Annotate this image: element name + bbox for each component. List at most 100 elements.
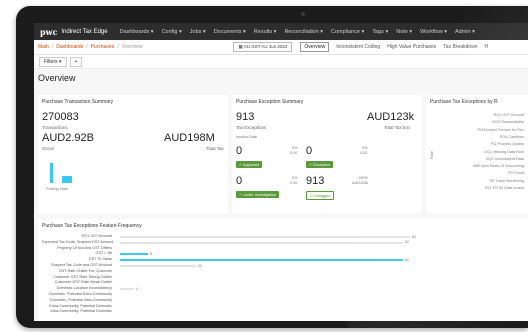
filters-button[interactable]: Filters ▾ [39,56,67,67]
page-title: Overview [38,73,76,83]
tab-inconsistent-coding[interactable]: Inconsistent Coding [336,44,380,50]
exception-status-chip[interactable]: ✓ Exception [306,161,333,168]
untagged-amount: AUD123k [352,181,369,185]
feature-bar[interactable] [120,236,410,238]
nav-config[interactable]: Config ▾ [162,29,182,35]
feature-bar-value: 82 [405,257,409,262]
breadcrumb-overview: Overview [121,44,143,50]
rule-label: DQ2 Inconsistent Data [485,156,524,161]
feature-bar-value: 82 [405,240,409,245]
nav-tags[interactable]: Tags ▾ [372,29,388,35]
breadcrumb-dashboards[interactable]: Dashboards [56,44,83,50]
nav-documents[interactable]: Documents ▾ [214,29,246,35]
period-selector[interactable]: ▦ AU GST AU Jun 2022 [233,42,293,52]
exception-tax-value: AUD123k [367,111,415,123]
feature-bar[interactable] [120,253,148,256]
breadcrumb-separator: / [51,44,54,50]
tablet-frame: pwc Indirect Tax Edge Dashboards ▾ Confi… [16,6,528,328]
transactions-label: Transactions [42,125,68,130]
investigation-count: 0 [236,175,243,187]
investigation-status-label: Under Investigation [243,193,276,197]
investigation-status-chip[interactable]: ✓ Under Investigation [236,191,279,198]
top-nav-bar: pwc Indirect Tax Edge Dashboards ▾ Confi… [34,23,528,40]
exception-summary-panel: Purchase Exception Summary 913 Tax Excep… [232,95,422,213]
exception-amount: 0.00 [360,151,368,155]
rule-label: RO4 Cashflow [499,134,524,139]
tab-tax-breakdown[interactable]: Tax Breakdown [443,44,477,50]
transaction-summary-panel: Purchase Transaction Summary 270083 Tran… [38,95,228,213]
app-screen: pwc Indirect Tax Edge Dashboards ▾ Confi… [34,23,528,321]
feature-bar[interactable] [120,265,196,267]
untagged-status-label: Untagged [313,194,331,198]
breadcrumb-separator: / [86,44,88,50]
nav-admin[interactable]: Admin ▾ [455,29,475,35]
feature-row-label: RO1 GST Amount [81,234,112,238]
tab-more[interactable]: H [484,44,488,50]
pwc-logo: pwc [40,26,58,37]
exceptions-value: 913 [236,111,255,123]
nav-dashboards[interactable]: Dashboards ▾ [120,29,154,35]
feature-row-label: Expected Tax Code, Suspect GST Amount [42,239,114,244]
rule-label: RO1 GST Amount [493,113,524,117]
approved-amount: 0.00 [290,151,298,155]
approved-status-label: Approved [243,163,260,167]
feature-row-label: Intra-Community, Potential Domestic [50,309,112,314]
nav-workflow[interactable]: Workflow ▾ [420,29,447,35]
feature-bar[interactable] [120,288,134,291]
rule-label: DQ1 Missing Data Rule [484,149,524,154]
app-name[interactable]: Indirect Tax Edge [61,29,107,35]
tab-overview[interactable]: Overview [300,42,330,52]
approved-status-chip[interactable]: ✓ Approved [236,161,263,168]
untagged-status-chip[interactable]: ◇ Untagged [306,191,335,200]
feature-row-label: Customer GST Rate Strong Outlier [53,274,112,279]
camera-dot [301,12,305,16]
transaction-summary-title: Purchase Transaction Summary [42,99,114,105]
breadcrumb-purchases[interactable]: Purchases [91,44,115,50]
breadcrumb-main[interactable]: Main [38,44,49,50]
exception-status-label: Exception [313,163,330,167]
rule-label: PQ Process Quality [490,142,524,147]
total-tax-label: Total Tax [206,146,224,151]
add-filter-button[interactable]: + [69,56,83,67]
feature-frequency-title: Purchase Tax Exceptions Feature Frequenc… [42,223,142,229]
nav-reconciliation[interactable]: Reconciliation ▾ [284,29,323,35]
exception-tax-label: Total Tax Exc [384,125,411,130]
breadcrumb-separator: / [117,44,119,50]
feature-row-label: GST To Value [88,257,112,262]
rule-label: RO2 Reasonability [492,120,524,125]
untagged-count: 913 [306,175,325,187]
feature-row-label: Customer GST Rate Weak Outlier [54,280,112,285]
nav-compliance[interactable]: Compliance ▾ [331,29,364,35]
feature-row-label: Domestic Location Inconsistency [56,286,112,291]
investigation-amount: 0.00 [290,181,298,185]
posting-date-label: Posting Date [46,187,68,191]
tab-high-value-purchases[interactable]: High Value Purchases [387,44,436,50]
gross-label: Gross [42,146,55,151]
feature-bar-value: 8 [150,251,152,256]
posting-bar-1 [50,163,53,183]
rule-label: FR Fraud [507,171,524,176]
approved-pct: 0% [292,146,298,150]
posting-bar-2 [62,176,72,183]
nav-jobs[interactable]: Jobs ▾ [190,29,206,35]
exception-count: 0 [306,145,313,157]
exceptions-by-rule-title: Purchase Tax Exceptions by R [430,99,498,105]
breadcrumb-bar: Main / Dashboards / Purchases / Overview… [34,40,528,55]
exception-summary-title: Purchase Exception Summary [236,99,304,105]
rule-label: TM Trade Monitoring [488,178,524,183]
feature-row-label: Suspect Tax Code and GST Amount [51,263,112,267]
transactions-value: 270083 [42,111,79,123]
rule-axis-label: Rule [429,151,434,159]
nav-note[interactable]: Note ▾ [396,29,412,35]
filter-bar: Filters ▾ + [34,55,528,69]
feature-row-label: GST Rate Outlier For Customer [58,268,112,273]
exception-pct: 0% [362,146,368,150]
exceptions-label: Tax Exceptions [236,125,267,130]
feature-frequency-panel: Purchase Tax Exceptions Feature Frequenc… [38,219,528,321]
rule-label: NBA New Basis Of Accounting [472,164,524,169]
exceptions-by-rule-panel: Purchase Tax Exceptions by R Rule RO1 GS… [426,95,528,213]
nav-results[interactable]: Results ▾ [254,29,277,35]
feature-bar[interactable] [120,241,403,244]
rule-label: RO3 Import Service for Rev [477,127,524,132]
feature-bar[interactable] [120,259,403,262]
